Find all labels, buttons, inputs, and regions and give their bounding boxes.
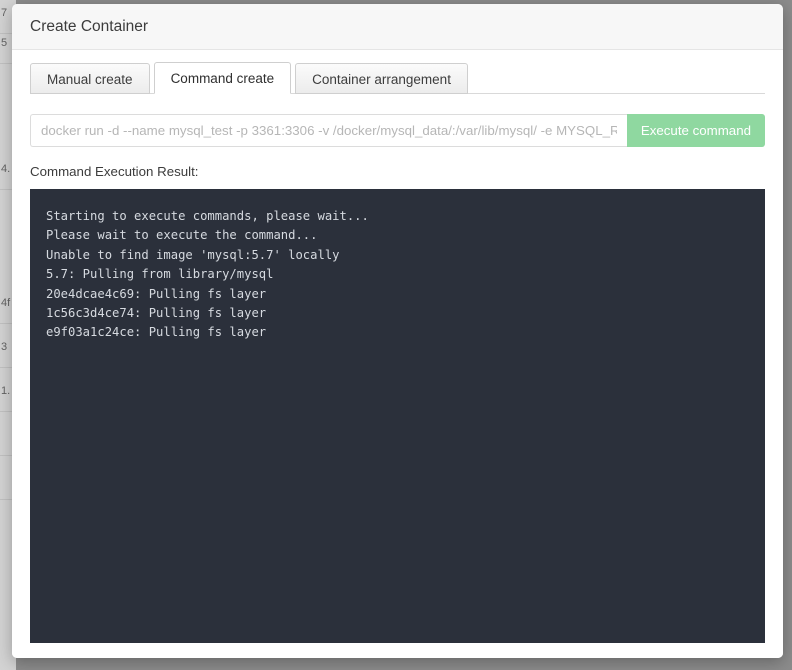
command-input-row: Execute command xyxy=(30,114,765,147)
terminal-line: Unable to find image 'mysql:5.7' locally xyxy=(46,247,340,262)
tab-manual-create[interactable]: Manual create xyxy=(30,63,150,94)
terminal-line: Please wait to execute the command... xyxy=(46,228,318,243)
modal-body: Manual create Command create Container a… xyxy=(12,50,783,658)
tab-command-create[interactable]: Command create xyxy=(153,62,292,94)
modal-header: Create Container xyxy=(12,4,783,50)
terminal-line: Starting to execute commands, please wai… xyxy=(46,209,369,223)
tab-bar: Manual create Command create Container a… xyxy=(30,62,765,94)
create-container-modal: Create Container Manual create Command c… xyxy=(12,4,783,658)
terminal-line: 1c56c3d4ce74: Pulling fs layer xyxy=(46,306,267,321)
tab-container-arrangement[interactable]: Container arrangement xyxy=(295,63,468,94)
execute-command-button[interactable]: Execute command xyxy=(626,114,765,147)
command-input[interactable] xyxy=(30,114,627,147)
terminal-line: e9f03a1c24ce: Pulling fs layer xyxy=(46,325,267,340)
terminal-line: 20e4dcae4c69: Pulling fs layer xyxy=(46,286,267,301)
tab-command-create-label: Command create xyxy=(170,71,275,86)
command-output-terminal: Starting to execute commands, please wai… xyxy=(30,189,765,643)
tab-manual-create-label: Manual create xyxy=(47,72,133,87)
tab-container-arrangement-label: Container arrangement xyxy=(312,72,451,87)
page-title: Create Container xyxy=(30,17,149,35)
terminal-line: 5.7: Pulling from library/mysql xyxy=(46,267,274,282)
result-label: Command Execution Result: xyxy=(30,164,199,179)
